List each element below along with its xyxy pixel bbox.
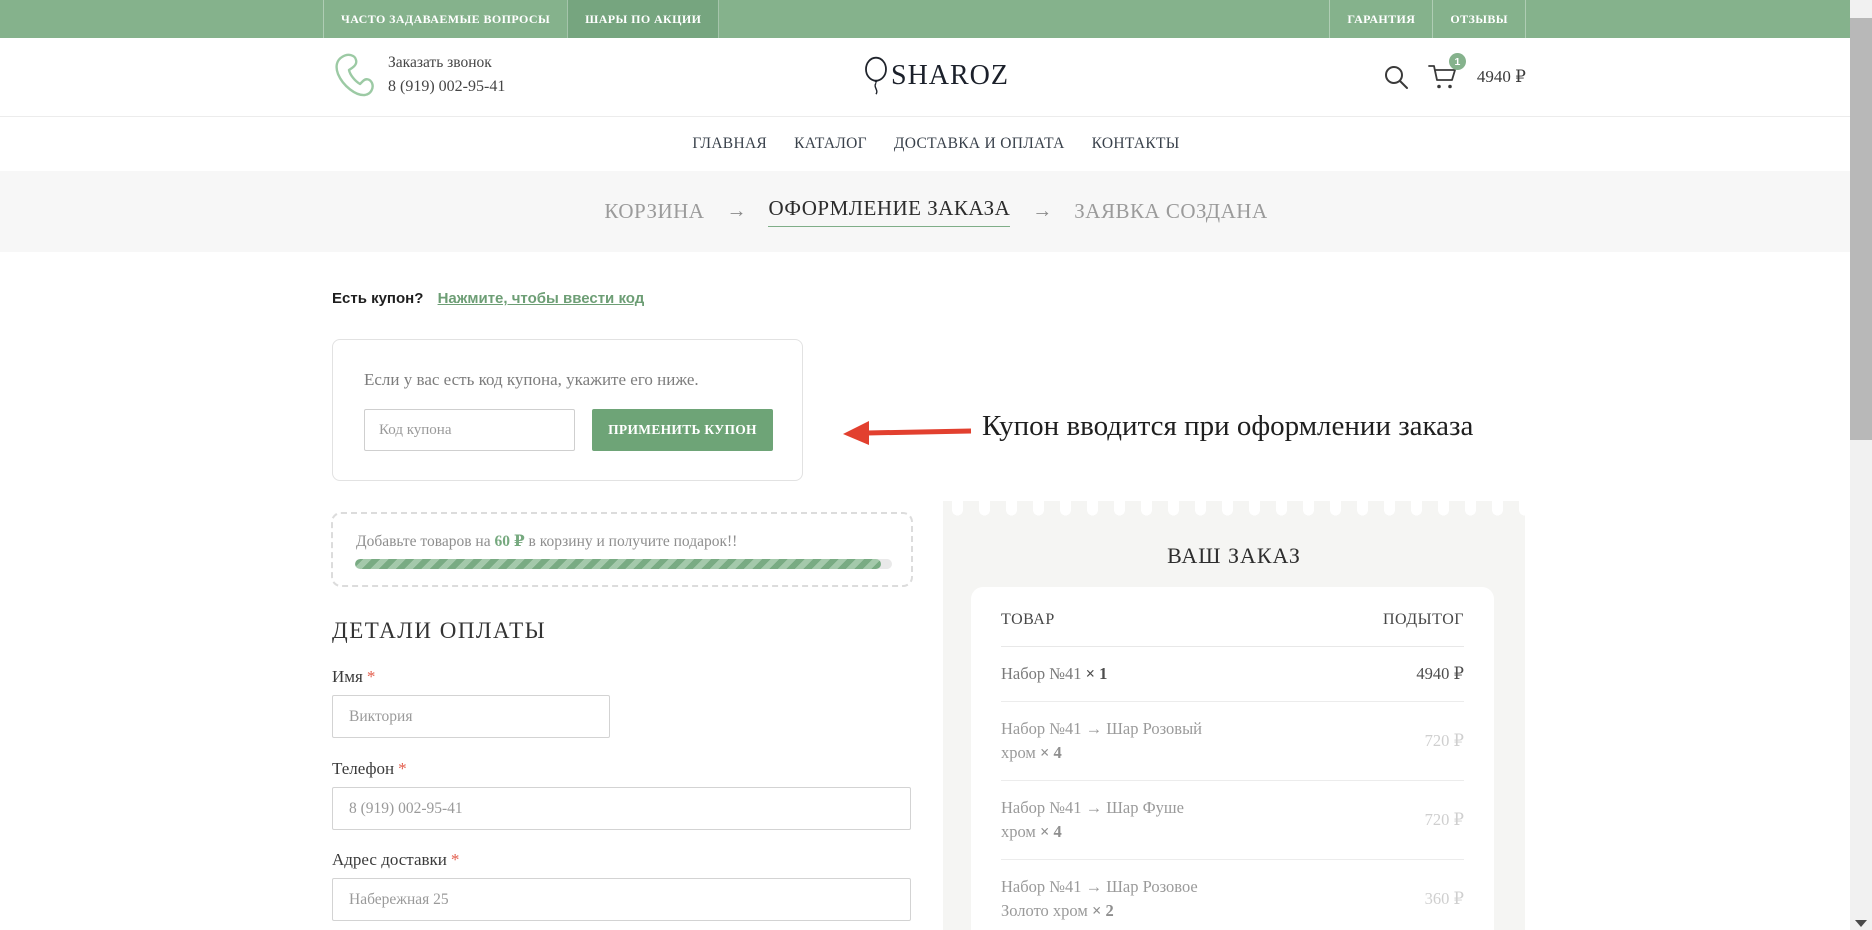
- order-item-price: 720 ₽: [1425, 731, 1464, 751]
- gift-progress-box: Добавьте товаров на 60 ₽ в корзину и пол…: [331, 512, 913, 587]
- order-item-title: Набор №41: [1001, 664, 1082, 683]
- nav-item-home[interactable]: ГЛАВНАЯ: [692, 135, 767, 153]
- coupon-form: Если у вас есть код купона, укажите его …: [332, 339, 803, 481]
- address-field-label: Адрес доставки*: [332, 850, 459, 870]
- topbar-left-group: ЧАСТО ЗАДАВАЕМЫЕ ВОПРОСЫ ШАРЫ ПО АКЦИИ: [323, 0, 719, 38]
- site-logo[interactable]: SHAROZ: [863, 56, 1009, 96]
- order-title: ВАШ ЗАКАЗ: [943, 543, 1525, 569]
- header-actions: 1 4940 ₽: [1383, 62, 1526, 92]
- order-item-name: Набор №41 → Шар Розовый хром × 4: [1001, 717, 1219, 765]
- breadcrumb-arrow-icon: →: [1032, 200, 1052, 223]
- callback-label[interactable]: Заказать звонок: [388, 54, 505, 72]
- nav-item-catalog[interactable]: КАТАЛОГ: [794, 135, 867, 153]
- order-item-price: 360 ₽: [1425, 889, 1464, 909]
- order-item-price: 4940 ₽: [1416, 664, 1464, 684]
- cart-button[interactable]: 1: [1427, 62, 1459, 92]
- order-item-title: Набор №41 → Шар Фуше хром: [1001, 798, 1184, 841]
- breadcrumb-arrow-icon: →: [726, 200, 746, 223]
- required-asterisk: *: [398, 759, 407, 778]
- gift-amount: 60 ₽: [494, 533, 524, 550]
- order-summary-panel: ВАШ ЗАКАЗ ТОВАР ПОДЫТОГ Набор №41 × 1 49…: [943, 501, 1525, 930]
- order-item-qty: × 4: [1040, 822, 1062, 841]
- order-row: Набор №41 × 1 4940 ₽: [1001, 647, 1464, 702]
- topbar: ЧАСТО ЗАДАВАЕМЫЕ ВОПРОСЫ ШАРЫ ПО АКЦИИ Г…: [0, 0, 1872, 38]
- order-item-name: Набор №41 × 1: [1001, 662, 1107, 686]
- breadcrumb: КОРЗИНА → ОФОРМЛЕНИЕ ЗАКАЗА → ЗАЯВКА СОЗ…: [0, 171, 1872, 252]
- logo-text: SHAROZ: [891, 60, 1009, 92]
- order-col-subtotal: ПОДЫТОГ: [1383, 611, 1464, 629]
- receipt-notch-edge: [943, 501, 1525, 516]
- topbar-item-sale[interactable]: ШАРЫ ПО АКЦИИ: [567, 0, 719, 38]
- coupon-hint-text: Если у вас есть код купона, укажите его …: [364, 370, 699, 390]
- breadcrumb-checkout-current: ОФОРМЛЕНИЕ ЗАКАЗА: [768, 196, 1010, 227]
- apply-coupon-button[interactable]: ПРИМЕНИТЬ КУПОН: [592, 409, 773, 451]
- topbar-item-warranty[interactable]: ГАРАНТИЯ: [1329, 0, 1432, 38]
- gift-progress-track: [355, 559, 892, 569]
- coupon-code-input[interactable]: [364, 409, 575, 451]
- order-table-header: ТОВАР ПОДЫТОГ: [1001, 611, 1464, 647]
- order-row: Набор №41 → Шар Розовое Золото хром × 2 …: [1001, 860, 1464, 930]
- address-input[interactable]: [332, 878, 911, 921]
- breadcrumb-cart[interactable]: КОРЗИНА: [604, 199, 704, 224]
- order-item-qty: × 2: [1092, 901, 1114, 920]
- order-card: ТОВАР ПОДЫТОГ Набор №41 × 1 4940 ₽ Набор…: [971, 587, 1494, 930]
- nav-item-contacts[interactable]: КОНТАКТЫ: [1092, 135, 1180, 153]
- search-icon[interactable]: [1383, 64, 1409, 90]
- checkout-main: Есть купон? Нажмите, чтобы ввести код Ес…: [0, 252, 1872, 930]
- order-row: Набор №41 → Шар Фуше хром × 4 720 ₽: [1001, 781, 1464, 860]
- address-label-text: Адрес доставки: [332, 850, 447, 869]
- phone-icon: [330, 50, 374, 102]
- main-nav: ГЛАВНАЯ КАТАЛОГ ДОСТАВКА И ОПЛАТА КОНТАК…: [0, 117, 1872, 171]
- annotation-text: Купон вводится при оформлении заказа: [982, 410, 1473, 443]
- header: Заказать звонок 8 (919) 002-95-41 SHAROZ: [0, 38, 1872, 117]
- order-item-qty: × 1: [1086, 664, 1108, 683]
- gift-text-before: Добавьте товаров на: [356, 533, 494, 550]
- gift-text: Добавьте товаров на 60 ₽ в корзину и пол…: [356, 531, 737, 551]
- order-item-name: Набор №41 → Шар Фуше хром × 4: [1001, 796, 1219, 844]
- cart-count-badge: 1: [1449, 53, 1466, 70]
- topbar-item-reviews[interactable]: ОТЗЫВЫ: [1432, 0, 1526, 38]
- header-phone-number[interactable]: 8 (919) 002-95-41: [388, 78, 505, 96]
- phone-field-label: Телефон*: [332, 759, 407, 779]
- name-input[interactable]: [332, 695, 610, 738]
- order-col-product: ТОВАР: [1001, 611, 1055, 629]
- scroll-down-arrow-icon[interactable]: [1855, 920, 1867, 927]
- scrollbar-track[interactable]: [1850, 0, 1872, 930]
- cart-total: 4940 ₽: [1477, 67, 1526, 87]
- annotation-arrow-icon: [843, 418, 975, 448]
- topbar-item-faq[interactable]: ЧАСТО ЗАДАВАЕМЫЕ ВОПРОСЫ: [323, 0, 567, 38]
- callback-block[interactable]: Заказать звонок 8 (919) 002-95-41: [330, 50, 505, 102]
- name-field-label: Имя*: [332, 667, 375, 687]
- order-item-title: Набор №41 → Шар Розовый хром: [1001, 719, 1202, 762]
- breadcrumb-created: ЗАЯВКА СОЗДАНА: [1074, 199, 1267, 224]
- nav-item-delivery[interactable]: ДОСТАВКА И ОПЛАТА: [894, 135, 1065, 153]
- order-row: Набор №41 → Шар Розовый хром × 4 720 ₽: [1001, 702, 1464, 781]
- required-asterisk: *: [367, 667, 376, 686]
- gift-progress-fill: [355, 559, 881, 569]
- order-item-name: Набор №41 → Шар Розовое Золото хром × 2: [1001, 875, 1219, 923]
- required-asterisk: *: [451, 850, 460, 869]
- coupon-toggle-link[interactable]: Нажмите, чтобы ввести код: [438, 290, 645, 307]
- order-item-qty: × 4: [1040, 743, 1062, 762]
- order-item-price: 720 ₽: [1425, 810, 1464, 830]
- balloon-icon: [863, 56, 891, 96]
- scrollbar-thumb[interactable]: [1850, 18, 1872, 440]
- phone-label-text: Телефон: [332, 759, 394, 778]
- name-label-text: Имя: [332, 667, 363, 686]
- gift-text-after: в корзину и получите подарок!!: [525, 533, 738, 550]
- billing-title: ДЕТАЛИ ОПЛАТЫ: [332, 618, 546, 644]
- coupon-question-label: Есть купон?: [332, 290, 423, 307]
- coupon-question-row: Есть купон? Нажмите, чтобы ввести код: [332, 290, 644, 307]
- topbar-right-group: ГАРАНТИЯ ОТЗЫВЫ: [1329, 0, 1526, 38]
- phone-input[interactable]: [332, 787, 911, 830]
